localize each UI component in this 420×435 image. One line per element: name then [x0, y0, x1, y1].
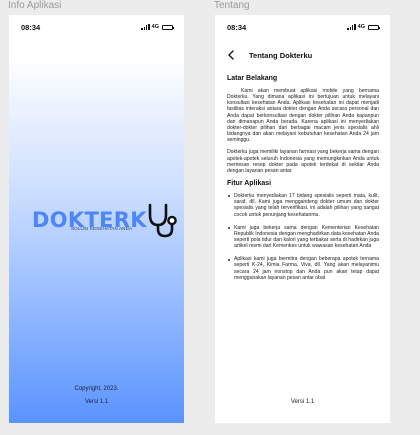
- status-bar: 08:34 4G: [215, 15, 390, 39]
- splash-screen: 08:34 4G DOKTERK SOLUSI KESEHATAN ANDA C…: [9, 15, 184, 423]
- top-nav: Tentang Dokterku: [227, 48, 380, 62]
- stethoscope-icon: [148, 203, 177, 238]
- status-time: 08:34: [227, 22, 247, 32]
- paragraph: Dokterku juga memiliki layanan farmasi y…: [227, 149, 379, 174]
- page-title: Tentang Dokterku: [249, 50, 313, 60]
- feature-list: Dokterku menyediakan 17 bidang spesialis…: [227, 193, 379, 281]
- status-bar: 08:34 4G: [9, 15, 184, 39]
- battery-icon: [368, 24, 380, 30]
- status-icons: 4G: [141, 24, 174, 30]
- app-tagline: SOLUSI KESEHATAN ANDA: [71, 226, 133, 231]
- network-type: 4G: [357, 24, 365, 30]
- back-button[interactable]: [227, 48, 241, 62]
- list-item: Kami juga bekerja sama dengan Kementeria…: [227, 225, 379, 250]
- list-item: Aplikasi kami juga bermitra dengan beber…: [227, 256, 379, 281]
- battery-icon: [162, 24, 174, 30]
- section-heading-latar-belakang: Latar Belakang: [227, 75, 278, 82]
- signal-icon: [141, 24, 150, 30]
- frame-label-tentang: Tentang: [214, 0, 250, 11]
- signal-icon: [347, 24, 356, 30]
- about-content[interactable]: Latar Belakang Kami akan membuat aplikas…: [227, 75, 379, 288]
- app-logo: DOKTERK: [32, 201, 179, 239]
- network-type: 4G: [151, 24, 159, 30]
- copyright-text: Copyright, 2023.: [74, 386, 119, 392]
- status-time: 08:34: [21, 22, 41, 32]
- version-text: Versi 1.1: [84, 399, 109, 405]
- paragraph: Kami akan membuat aplikasi mobile yang b…: [227, 88, 379, 144]
- section-heading-fitur: Fitur Aplikasi: [227, 180, 272, 188]
- version-text: Versi 1.1: [290, 399, 315, 405]
- frame-label-info-aplikasi: Info Aplikasi: [8, 0, 62, 11]
- status-icons: 4G: [347, 24, 380, 30]
- list-item: Dokterku menyediakan 17 bidang spesialis…: [227, 193, 379, 218]
- about-screen: 08:34 4G Tentang Dokterku Latar Belakang…: [215, 15, 390, 423]
- chevron-left-icon: [228, 50, 234, 60]
